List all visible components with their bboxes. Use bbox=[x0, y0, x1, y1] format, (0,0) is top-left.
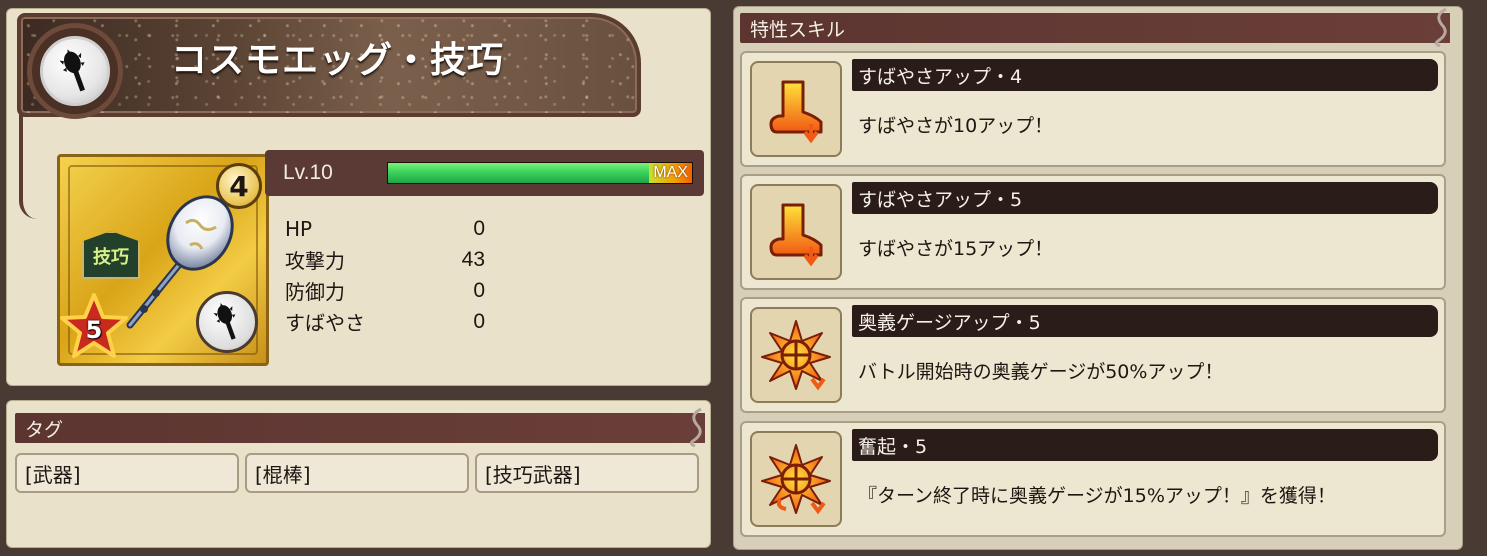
tag-chip-label: [技巧武器] bbox=[485, 462, 581, 487]
skill-card[interactable]: すばやさアップ・5 すばやさが15アップ！ bbox=[740, 174, 1446, 290]
tag-chip-label: [武器] bbox=[25, 462, 81, 487]
skill-name: 奥義ゲージアップ・5 bbox=[858, 311, 1041, 334]
stat-label: 防御力 bbox=[285, 280, 345, 304]
burst-rise-icon bbox=[750, 431, 842, 527]
stat-value: 0 bbox=[473, 309, 485, 333]
tag-chip[interactable]: [棍棒] bbox=[245, 453, 469, 493]
stat-label: HP bbox=[285, 216, 313, 241]
skill-description: 『ターン終了時に奥義ゲージが15%アップ！』を獲得！ bbox=[858, 485, 1336, 507]
skill-description: バトル開始時の奥義ゲージが50%アップ！ bbox=[858, 361, 1224, 383]
skill-name-bar: すばやさアップ・4 bbox=[852, 59, 1438, 91]
level-label: Lv.10 bbox=[283, 161, 333, 184]
max-label: MAX bbox=[649, 163, 692, 183]
tag-header: タグ bbox=[15, 407, 705, 448]
level-bar: Lv.10 MAX bbox=[265, 150, 704, 196]
skill-name: すばやさアップ・5 bbox=[858, 188, 1023, 211]
boot-icon bbox=[750, 184, 842, 280]
skill-name-bar: 奥義ゲージアップ・5 bbox=[852, 305, 1438, 337]
tag-header-label: タグ bbox=[25, 418, 64, 441]
skill-description: すばやさが10アップ！ bbox=[858, 115, 1054, 137]
skill-card[interactable]: 奥義ゲージアップ・5 バトル開始時の奥義ゲージが50%アップ！ bbox=[740, 297, 1446, 413]
item-name: コスモエッグ・技巧 bbox=[171, 40, 505, 81]
skill-name-bar: すばやさアップ・5 bbox=[852, 182, 1438, 214]
skill-description: すばやさが15アップ！ bbox=[858, 238, 1054, 260]
stat-label: 攻撃力 bbox=[285, 249, 345, 273]
tag-chip-label: [棍棒] bbox=[255, 462, 311, 487]
star-rank-number: 5 bbox=[85, 316, 103, 344]
stat-value: 0 bbox=[473, 278, 485, 302]
tag-chip[interactable]: [武器] bbox=[15, 453, 239, 493]
stat-value: 43 bbox=[461, 247, 485, 271]
curl-ornament-icon bbox=[1428, 7, 1452, 48]
tag-panel: タグ [武器] [棍棒] [技巧武器] bbox=[6, 400, 711, 548]
stat-row-speed: すばやさ 0 bbox=[285, 306, 485, 337]
boot-icon bbox=[750, 61, 842, 157]
skill-header-label: 特性スキル bbox=[750, 18, 846, 41]
stats-list: HP 0 攻撃力 43 防御力 0 すばやさ 0 bbox=[285, 213, 485, 337]
trait-skill-panel: 特性スキル すばやさアップ・4 すばやさが10アップ！ すばやさアップ・5 すば… bbox=[733, 6, 1463, 550]
stat-row-attack: 攻撃力 43 bbox=[285, 244, 485, 275]
skill-header: 特性スキル bbox=[740, 7, 1450, 48]
frame-ornament bbox=[19, 109, 49, 219]
star-rank-badge: 5 bbox=[60, 293, 128, 359]
tag-chip[interactable]: [技巧武器] bbox=[475, 453, 699, 493]
skill-name: 奮起・5 bbox=[858, 435, 928, 458]
club-icon bbox=[40, 36, 110, 106]
weapon-type-badge bbox=[27, 23, 123, 119]
skill-card[interactable]: 奮起・5 『ターン終了時に奥義ゲージが15%アップ！』を獲得！ bbox=[740, 421, 1446, 537]
club-icon bbox=[196, 291, 258, 353]
stat-row-hp: HP 0 bbox=[285, 213, 485, 244]
curl-ornament-icon bbox=[683, 407, 707, 448]
skill-name: すばやさアップ・4 bbox=[858, 65, 1023, 88]
stat-row-defense: 防御力 0 bbox=[285, 275, 485, 306]
item-detail-panel: コスモエッグ・技巧 4 技巧 5 Lv.10 MAX HP 0 攻撃力 43 防… bbox=[6, 8, 711, 386]
skill-name-bar: 奮起・5 bbox=[852, 429, 1438, 461]
stat-value: 0 bbox=[473, 216, 485, 240]
item-card[interactable]: 4 技巧 5 bbox=[57, 154, 269, 366]
stat-label: すばやさ bbox=[285, 311, 365, 335]
skill-card[interactable]: すばやさアップ・4 すばやさが10アップ！ bbox=[740, 51, 1446, 167]
burst-gauge-icon bbox=[750, 307, 842, 403]
level-gauge: MAX bbox=[387, 162, 693, 184]
level-gauge-fill bbox=[388, 163, 692, 183]
